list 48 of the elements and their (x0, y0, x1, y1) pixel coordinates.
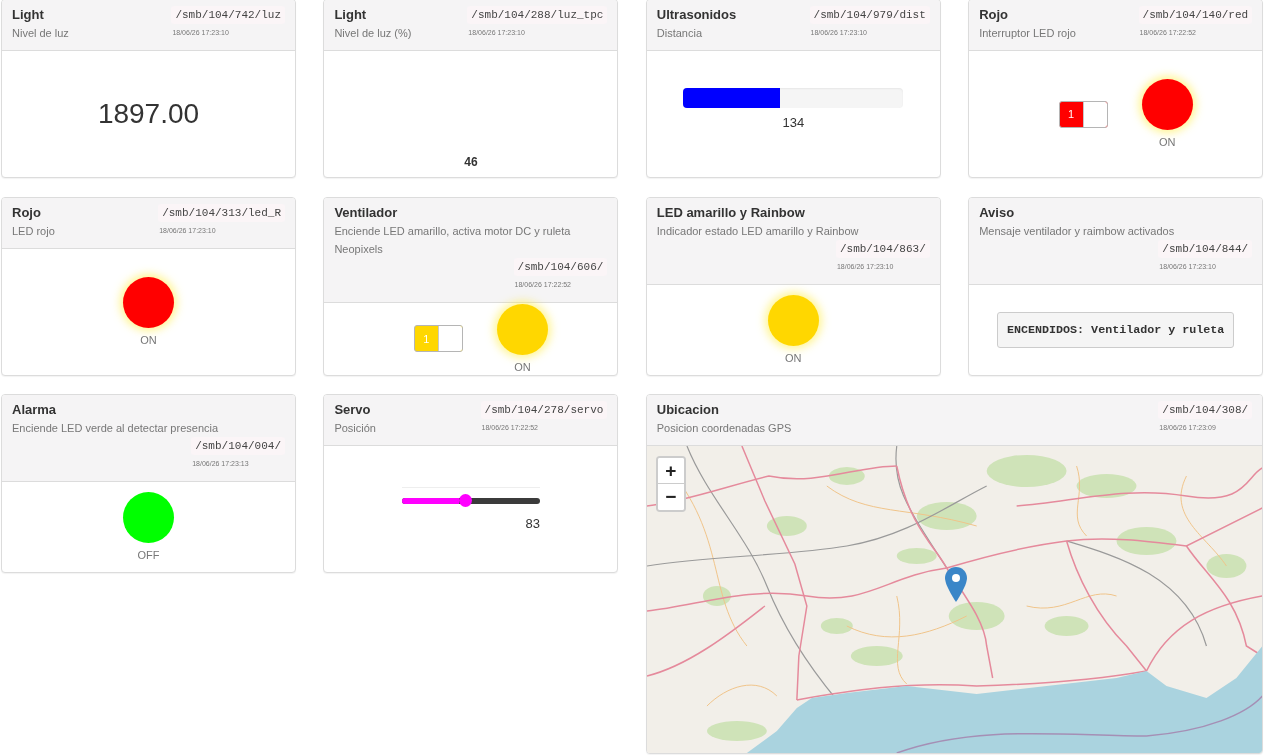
card-description: Distancia (656, 26, 703, 41)
topic-path: /smb/104/308/ (1158, 401, 1253, 419)
card-description: Mensaje ventilador y raimbow activados (979, 223, 1175, 239)
topic-path: /smb/104/004/ (191, 437, 285, 455)
card-description: LED rojo (12, 223, 55, 239)
card-description: Enciende LED verde al detectar presencia (12, 421, 219, 436)
topic-path: /smb/104/606/ (513, 257, 608, 276)
card-description: Posición (334, 421, 376, 436)
led-state-label: ON (140, 333, 157, 347)
card-title: Rojo (979, 6, 1009, 24)
card-title: Ultrasonidos (656, 6, 737, 24)
card-title: Rojo (12, 203, 41, 222)
led-state-label: ON (1158, 136, 1176, 149)
topic-path: /smb/104/742/luz (171, 6, 285, 24)
card-title: Aviso (979, 203, 1015, 222)
topic-path: /smb/104/288/luz_tpc (467, 6, 608, 24)
zoom-in-button[interactable]: + (657, 458, 684, 484)
card-title: LED amarillo y Rainbow (656, 203, 805, 222)
status-message: ENCENDIDOS: Ventilador y ruleta (996, 311, 1235, 348)
reading-value: 46 (464, 155, 478, 169)
card-title: Servo (334, 401, 371, 419)
reading-value: 134 (782, 114, 805, 131)
topic-path: /smb/104/313/led_R (158, 203, 285, 222)
toggle-switch[interactable]: 1 (1058, 100, 1108, 128)
reading-value: 1897.00 (97, 98, 200, 130)
card-title: Ventilador (334, 203, 398, 222)
card-description: Interruptor LED rojo (979, 26, 1076, 41)
led-state-label: ON (785, 351, 802, 365)
slider-track[interactable] (401, 497, 540, 504)
slider-thumb[interactable] (458, 494, 472, 507)
card-description: Indicador estado LED amarillo y Rainbow (656, 223, 859, 239)
card-title: Light (334, 6, 367, 24)
card-title: Ubicacion (656, 401, 719, 419)
slider-value: 83 (525, 515, 540, 532)
topic-path: /smb/104/140/red (1138, 6, 1253, 24)
topic-path: /smb/104/844/ (1158, 239, 1253, 258)
card-title: Light (12, 6, 44, 24)
map-marker-icon[interactable] (944, 567, 967, 602)
card-description: Nivel de luz (%) (334, 26, 412, 41)
topic-path: /smb/104/863/ (835, 239, 930, 258)
led-state-label: ON (514, 360, 531, 374)
topic-path: /smb/104/278/servo (480, 401, 608, 419)
card-description: Enciende LED amarillo, activa motor DC y ruleta Neopixels (334, 223, 572, 257)
card-description: Posicion coordenadas GPS (656, 421, 792, 436)
card-title: Alarma (12, 401, 57, 419)
led-state-label: OFF (137, 549, 160, 562)
topic-path: /smb/104/979/dist (809, 6, 930, 24)
card-description: Nivel de luz (12, 26, 69, 41)
